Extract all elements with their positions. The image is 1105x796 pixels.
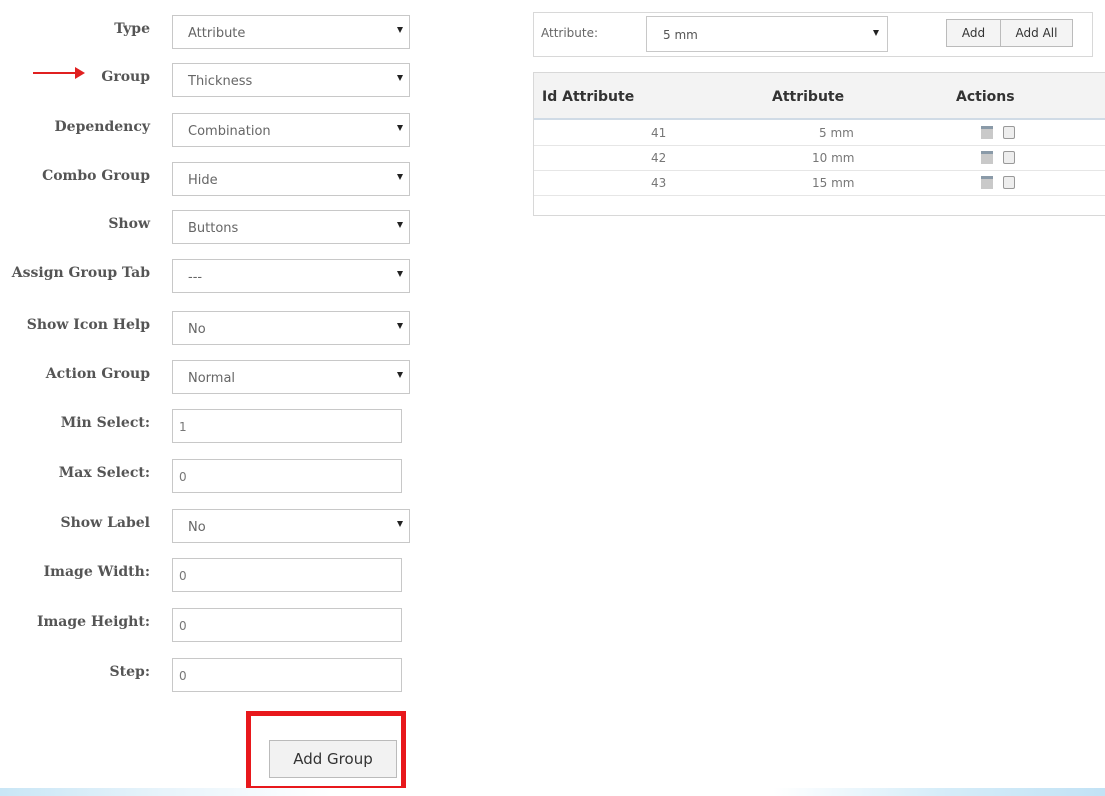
- edit-icon[interactable]: [981, 176, 993, 189]
- delete-icon[interactable]: [1003, 126, 1015, 139]
- show-icon-help-select-value: No: [188, 322, 206, 337]
- group-select-value: Thickness: [188, 74, 253, 89]
- chevron-down-icon: [397, 27, 403, 33]
- attribute-select-value: 5 mm: [663, 28, 698, 42]
- table-row: 43 15 mm: [534, 171, 1105, 196]
- attribute-label: Attribute:: [541, 26, 599, 40]
- type-select[interactable]: Attribute: [172, 15, 410, 49]
- chevron-down-icon: [397, 323, 403, 329]
- show-icon-help-label: Show Icon Help: [26, 317, 150, 333]
- chevron-down-icon: [397, 174, 403, 180]
- group-select[interactable]: Thickness: [172, 63, 410, 97]
- chevron-down-icon: [397, 271, 403, 277]
- show-label-select[interactable]: No: [172, 509, 410, 543]
- combo-group-select[interactable]: Hide: [172, 162, 410, 196]
- attribute-table: Id Attribute Attribute Actions 41 5 mm 4…: [533, 72, 1105, 216]
- image-height-value: 0: [179, 619, 187, 633]
- background-decoration: [0, 788, 1105, 796]
- show-select-value: Buttons: [188, 221, 239, 236]
- cell-attribute: 15 mm: [812, 176, 855, 190]
- image-width-label: Image Width:: [43, 564, 150, 580]
- cell-attribute: 10 mm: [812, 151, 855, 165]
- combo-group-select-value: Hide: [188, 173, 218, 188]
- delete-icon[interactable]: [1003, 176, 1015, 189]
- table-row: 42 10 mm: [534, 146, 1105, 171]
- image-height-field[interactable]: 0: [172, 608, 402, 642]
- step-field[interactable]: 0: [172, 658, 402, 692]
- max-select-value: 0: [179, 470, 187, 484]
- min-select-label: Min Select:: [60, 415, 150, 431]
- action-group-select[interactable]: Normal: [172, 360, 410, 394]
- chevron-down-icon: [873, 30, 879, 36]
- edit-icon[interactable]: [981, 126, 993, 139]
- cell-attribute: 5 mm: [819, 126, 854, 140]
- show-label: Show: [108, 216, 150, 232]
- max-select-field[interactable]: 0: [172, 459, 402, 493]
- assign-group-tab-label: Assign Group Tab: [11, 265, 150, 281]
- chevron-down-icon: [397, 222, 403, 228]
- show-label-select-value: No: [188, 520, 206, 535]
- add-group-button[interactable]: Add Group: [269, 740, 397, 778]
- cell-id: 42: [651, 151, 667, 165]
- add-all-button[interactable]: Add All: [1000, 19, 1073, 47]
- chevron-down-icon: [397, 521, 403, 527]
- show-icon-help-select[interactable]: No: [172, 311, 410, 345]
- type-select-value: Attribute: [188, 26, 246, 41]
- chevron-down-icon: [397, 75, 403, 81]
- chevron-down-icon: [397, 372, 403, 378]
- cell-id: 43: [651, 176, 667, 190]
- chevron-down-icon: [397, 125, 403, 131]
- table-row: 41 5 mm: [534, 121, 1105, 146]
- dependency-label: Dependency: [54, 119, 150, 135]
- image-width-value: 0: [179, 569, 187, 583]
- edit-icon[interactable]: [981, 151, 993, 164]
- dependency-select[interactable]: Combination: [172, 113, 410, 147]
- step-label: Step:: [109, 664, 150, 680]
- min-select-field[interactable]: 1: [172, 409, 402, 443]
- assign-group-tab-select-value: ---: [188, 270, 203, 285]
- column-header-id: Id Attribute: [542, 89, 635, 105]
- assign-group-tab-select[interactable]: ---: [172, 259, 410, 293]
- group-label: Group: [101, 69, 150, 85]
- type-label: Type: [114, 21, 150, 37]
- cell-id: 41: [651, 126, 667, 140]
- max-select-label: Max Select:: [58, 465, 150, 481]
- combo-group-label: Combo Group: [42, 168, 150, 184]
- delete-icon[interactable]: [1003, 151, 1015, 164]
- column-header-actions: Actions: [956, 89, 1015, 105]
- image-width-field[interactable]: 0: [172, 558, 402, 592]
- min-select-value: 1: [179, 420, 187, 434]
- show-label-label: Show Label: [60, 515, 150, 531]
- attribute-select[interactable]: 5 mm: [646, 16, 888, 52]
- show-select[interactable]: Buttons: [172, 210, 410, 244]
- attribute-toolbar: Attribute: 5 mm Add Add All: [533, 12, 1093, 57]
- add-button[interactable]: Add: [946, 19, 1001, 47]
- step-value: 0: [179, 669, 187, 683]
- action-group-label: Action Group: [45, 366, 150, 382]
- image-height-label: Image Height:: [36, 614, 150, 630]
- dependency-select-value: Combination: [188, 124, 271, 139]
- column-header-attribute: Attribute: [772, 89, 845, 105]
- action-group-select-value: Normal: [188, 371, 236, 386]
- table-header: Id Attribute Attribute Actions: [534, 73, 1105, 120]
